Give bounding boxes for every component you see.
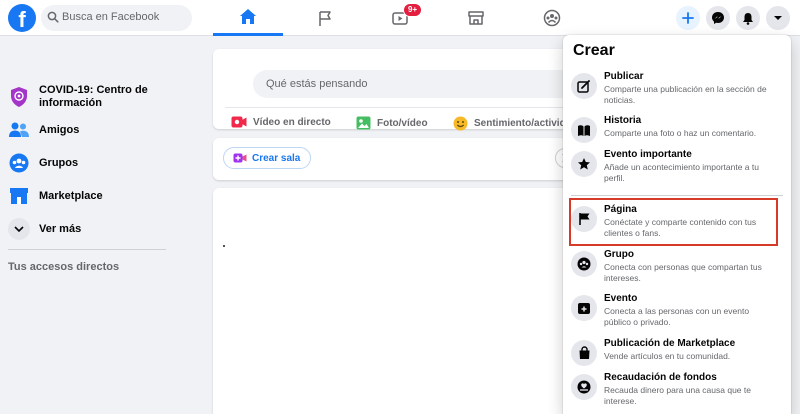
menu-item-title: Recaudación de fondos bbox=[604, 372, 717, 383]
sidebar-divider bbox=[8, 249, 166, 250]
feeling-activity-label: Sentimiento/actividad bbox=[474, 118, 578, 129]
messenger-icon bbox=[712, 12, 724, 24]
calendar-icon bbox=[571, 295, 597, 321]
create-room-label: Crear sala bbox=[252, 152, 301, 164]
tab-marketplace[interactable] bbox=[441, 0, 511, 36]
feed-placeholder-dot bbox=[223, 245, 225, 247]
chevron-down-icon bbox=[8, 218, 30, 240]
create-room-button[interactable]: Crear sala bbox=[223, 147, 312, 169]
composer-divider bbox=[225, 107, 565, 108]
group-icon bbox=[571, 251, 597, 277]
sidebar-item-label: Marketplace bbox=[39, 189, 103, 202]
menu-item-description: Conecta a las personas con un evento púb… bbox=[604, 306, 750, 327]
star-icon bbox=[571, 151, 597, 177]
top-navigation-bar: f Busca en Facebook 9+ bbox=[0, 0, 800, 36]
feeling-activity-button[interactable]: Sentimiento/actividad bbox=[453, 116, 577, 131]
smiley-icon bbox=[453, 116, 468, 131]
groups-icon bbox=[8, 152, 30, 174]
flag-icon bbox=[319, 10, 331, 26]
menu-item-description: Añade un acontecimiento importante a tu … bbox=[604, 162, 759, 183]
create-button[interactable] bbox=[676, 6, 700, 30]
create-menu-item-life-event[interactable]: Evento importante Añade un acontecimiento… bbox=[569, 149, 785, 183]
create-menu-item-group[interactable]: Grupo Conecta con personas que compartan … bbox=[569, 249, 785, 283]
menu-item-description: Vende artículos en tu comunidad. bbox=[604, 351, 731, 361]
tab-watch[interactable]: 9+ bbox=[365, 0, 435, 36]
video-camera-icon bbox=[233, 153, 247, 163]
menu-item-title: Historia bbox=[604, 115, 642, 126]
feed-post-card bbox=[213, 188, 593, 414]
page-item-highlight-box bbox=[569, 198, 778, 246]
menu-item-title: Publicar bbox=[604, 71, 644, 82]
photo-video-label: Foto/vídeo bbox=[377, 117, 428, 129]
create-menu-item-fundraiser[interactable]: Recaudación de fondos Recauda dinero para… bbox=[569, 372, 785, 406]
rooms-card: Crear sala bbox=[213, 138, 593, 180]
live-video-icon bbox=[231, 116, 247, 128]
menu-item-description: Conecta con personas que compartan tus i… bbox=[604, 262, 762, 283]
menu-item-description: Recauda dinero para una causa que te int… bbox=[604, 385, 751, 406]
tab-groups[interactable] bbox=[517, 0, 587, 36]
search-icon bbox=[47, 11, 59, 23]
sidebar-item-marketplace[interactable]: Marketplace bbox=[8, 185, 103, 207]
sidebar-item-label: Amigos bbox=[39, 123, 80, 136]
groups-icon bbox=[543, 9, 561, 27]
menu-item-title: Evento importante bbox=[604, 149, 692, 160]
shortcuts-heading: Tus accesos directos bbox=[8, 261, 120, 273]
sidebar-item-friends[interactable]: Amigos bbox=[8, 119, 79, 141]
bell-icon bbox=[743, 12, 753, 25]
shield-icon bbox=[8, 86, 30, 108]
create-menu-divider bbox=[571, 195, 783, 196]
search-placeholder: Busca en Facebook bbox=[62, 11, 160, 23]
create-menu-item-post[interactable]: Publicar Comparte una publicación en la s… bbox=[569, 71, 785, 105]
store-icon bbox=[468, 11, 484, 25]
create-menu-title: Crear bbox=[573, 42, 615, 59]
sidebar-item-label: Grupos bbox=[39, 156, 79, 169]
live-video-label: Vídeo en directo bbox=[253, 116, 331, 128]
menu-item-title: Grupo bbox=[604, 249, 634, 260]
bag-icon bbox=[571, 340, 597, 366]
friends-icon bbox=[8, 119, 30, 141]
messenger-button[interactable] bbox=[706, 6, 730, 30]
composer-input[interactable]: Qué estás pensando bbox=[253, 70, 583, 98]
photo-video-button[interactable]: Foto/vídeo bbox=[356, 116, 428, 130]
marketplace-icon bbox=[8, 185, 30, 207]
sidebar-item-groups[interactable]: Grupos bbox=[8, 152, 78, 174]
post-composer: Qué estás pensando Vídeo en directo Foto… bbox=[213, 49, 593, 131]
tab-pages[interactable] bbox=[290, 0, 360, 36]
create-menu-item-story[interactable]: Historia Comparte una foto o haz un comen… bbox=[569, 115, 785, 143]
caret-down-icon bbox=[774, 16, 782, 20]
menu-item-description: Comparte una foto o haz un comentario. bbox=[604, 128, 757, 138]
book-icon bbox=[571, 117, 597, 143]
menu-item-description: Comparte una publicación en la sección d… bbox=[604, 84, 767, 105]
photo-icon bbox=[356, 116, 371, 130]
sidebar-item-label: Ver más bbox=[39, 222, 82, 235]
search-input[interactable]: Busca en Facebook bbox=[41, 5, 192, 31]
facebook-logo[interactable]: f bbox=[8, 4, 36, 32]
tab-home[interactable] bbox=[213, 0, 283, 36]
notification-badge: 9+ bbox=[403, 3, 423, 17]
fundraiser-icon bbox=[571, 374, 597, 400]
menu-item-title: Publicación de Marketplace bbox=[604, 338, 736, 349]
sidebar-item-label: COVID-19: Centro de información bbox=[39, 84, 148, 109]
sidebar-item-see-more[interactable]: Ver más bbox=[8, 218, 81, 240]
create-menu-item-marketplace-listing[interactable]: Publicación de Marketplace Vende artículo… bbox=[569, 338, 785, 366]
create-menu-item-event[interactable]: Evento Conecta a las personas con un even… bbox=[569, 293, 785, 327]
plus-icon bbox=[682, 12, 694, 24]
live-video-button[interactable]: Vídeo en directo bbox=[231, 116, 331, 128]
account-menu-button[interactable] bbox=[766, 6, 790, 30]
sidebar-item-covid[interactable]: COVID-19: Centro de información bbox=[8, 84, 159, 110]
compose-icon bbox=[571, 73, 597, 99]
notifications-button[interactable] bbox=[736, 6, 760, 30]
menu-item-title: Evento bbox=[604, 293, 638, 304]
home-icon bbox=[240, 9, 256, 24]
